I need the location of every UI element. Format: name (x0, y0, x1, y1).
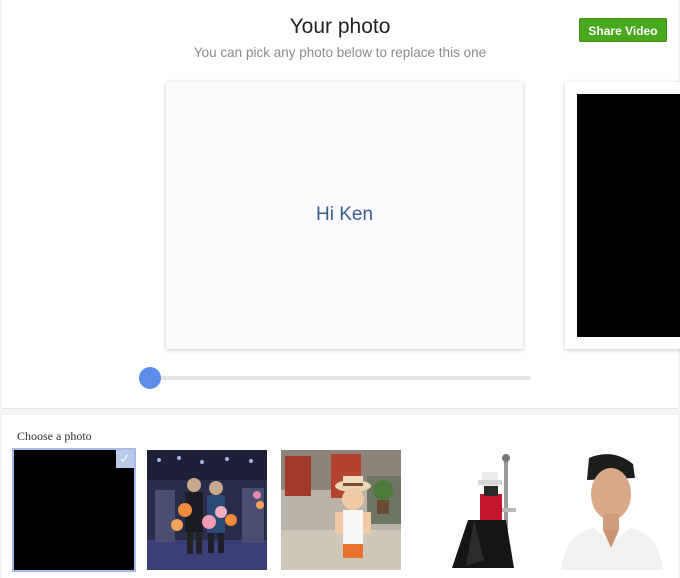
page-title: Your photo (289, 15, 391, 38)
photo-thumb-man[interactable] (547, 450, 667, 570)
photo-thumb-child[interactable] (281, 450, 401, 570)
preview-card-text: Hi Ken (315, 204, 374, 225)
party-balloons-image (147, 450, 267, 570)
choose-photo-label: Choose a photo (17, 429, 92, 443)
anime-character-image (414, 450, 534, 570)
photo-preview-card[interactable]: Hi Ken (166, 82, 523, 349)
page-subtitle: You can pick any photo below to replace … (193, 45, 487, 60)
photo-thumb-anime[interactable] (414, 450, 534, 570)
black-photo-image (14, 450, 134, 570)
slider-track[interactable] (150, 376, 531, 380)
photo-thumb-black[interactable]: ✓ (12, 448, 136, 572)
slider-thumb[interactable] (139, 367, 161, 389)
next-preview-card[interactable] (565, 82, 680, 349)
check-icon: ✓ (116, 450, 134, 468)
man-portrait-image (547, 450, 667, 570)
share-video-button[interactable]: Share Video (579, 18, 667, 42)
photo-thumb-party[interactable] (147, 450, 267, 570)
next-preview-image (577, 94, 680, 337)
child-hat-image (281, 450, 401, 570)
